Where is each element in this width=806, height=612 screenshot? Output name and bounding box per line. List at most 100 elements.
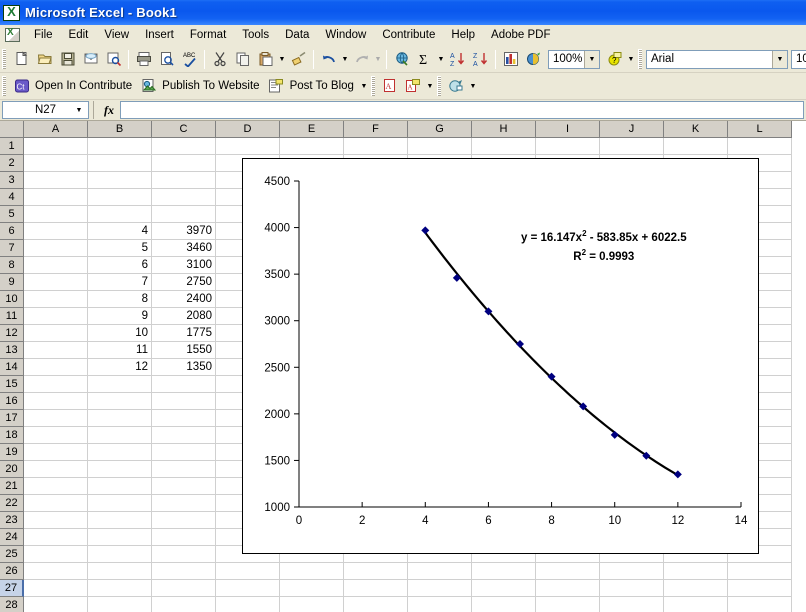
cell-b7[interactable]: 5: [88, 240, 152, 257]
cell-a23[interactable]: [24, 512, 88, 529]
row-header-24[interactable]: 24: [0, 529, 24, 546]
column-header-g[interactable]: G: [408, 121, 472, 138]
cut-icon[interactable]: [208, 48, 231, 70]
row-header-1[interactable]: 1: [0, 138, 24, 155]
redo-icon[interactable]: [350, 48, 373, 70]
cell-c12[interactable]: 1775: [152, 325, 216, 342]
cell-b23[interactable]: [88, 512, 152, 529]
embedded-chart[interactable]: 10001500200025003000350040004500 0246810…: [242, 158, 759, 554]
cell-g27[interactable]: [408, 580, 472, 597]
row-header-2[interactable]: 2: [0, 155, 24, 172]
cell-c8[interactable]: 3100: [152, 257, 216, 274]
pdf-overflow-arrow-icon[interactable]: ▼: [425, 75, 435, 97]
row-header-19[interactable]: 19: [0, 444, 24, 461]
cell-f28[interactable]: [344, 597, 408, 612]
cell-c3[interactable]: [152, 172, 216, 189]
cell-c14[interactable]: 1350: [152, 359, 216, 376]
formatting-toolbar-grip[interactable]: [638, 49, 642, 69]
cell-a24[interactable]: [24, 529, 88, 546]
cell-a8[interactable]: [24, 257, 88, 274]
cell-a11[interactable]: [24, 308, 88, 325]
row-header-9[interactable]: 9: [0, 274, 24, 291]
print-preview-icon[interactable]: [155, 48, 178, 70]
menu-window[interactable]: Window: [317, 27, 374, 43]
menu-data[interactable]: Data: [277, 27, 317, 43]
row-header-12[interactable]: 12: [0, 325, 24, 342]
row-header-22[interactable]: 22: [0, 495, 24, 512]
help-icon[interactable]: ?: [603, 48, 626, 70]
cell-h1[interactable]: [472, 138, 536, 155]
help-dropdown-arrow-icon[interactable]: ▼: [626, 48, 636, 70]
cell-e1[interactable]: [280, 138, 344, 155]
cell-a15[interactable]: [24, 376, 88, 393]
cell-b24[interactable]: [88, 529, 152, 546]
cell-a18[interactable]: [24, 427, 88, 444]
cell-a19[interactable]: [24, 444, 88, 461]
cell-b17[interactable]: [88, 410, 152, 427]
cell-f1[interactable]: [344, 138, 408, 155]
menu-insert[interactable]: Insert: [137, 27, 182, 43]
acrobat-overflow-arrow-icon[interactable]: ▼: [468, 75, 478, 97]
sort-descending-icon[interactable]: ZA: [469, 48, 492, 70]
cell-g26[interactable]: [408, 563, 472, 580]
adobe-toolbar-grip[interactable]: [371, 76, 375, 96]
cell-l26[interactable]: [728, 563, 792, 580]
cell-a1[interactable]: [24, 138, 88, 155]
autosum-icon[interactable]: Σ: [413, 48, 436, 70]
font-name-combo[interactable]: Arial ▼: [646, 50, 788, 69]
drawing-icon[interactable]: [522, 48, 545, 70]
menu-view[interactable]: View: [96, 27, 137, 43]
cell-a17[interactable]: [24, 410, 88, 427]
cell-a22[interactable]: [24, 495, 88, 512]
cell-a25[interactable]: [24, 546, 88, 563]
cell-g28[interactable]: [408, 597, 472, 612]
row-header-27[interactable]: 27: [0, 580, 24, 597]
cell-a20[interactable]: [24, 461, 88, 478]
cell-a4[interactable]: [24, 189, 88, 206]
cell-b19[interactable]: [88, 444, 152, 461]
cell-a16[interactable]: [24, 393, 88, 410]
menu-tools[interactable]: Tools: [234, 27, 277, 43]
cell-b9[interactable]: 7: [88, 274, 152, 291]
name-box[interactable]: N27 ▼: [2, 101, 89, 119]
row-header-8[interactable]: 8: [0, 257, 24, 274]
cell-a26[interactable]: [24, 563, 88, 580]
cell-j28[interactable]: [600, 597, 664, 612]
cell-b20[interactable]: [88, 461, 152, 478]
contribute-toolbar-grip[interactable]: [2, 76, 6, 96]
row-header-21[interactable]: 21: [0, 478, 24, 495]
font-name-dropdown-arrow-icon[interactable]: ▼: [772, 51, 787, 68]
cell-c6[interactable]: 3970: [152, 223, 216, 240]
cell-c19[interactable]: [152, 444, 216, 461]
row-header-28[interactable]: 28: [0, 597, 24, 612]
cell-b5[interactable]: [88, 206, 152, 223]
toolbar-grip[interactable]: [2, 49, 6, 69]
convert-to-pdf-icon[interactable]: A: [379, 75, 402, 97]
cell-g1[interactable]: [408, 138, 472, 155]
font-size-combo[interactable]: 10 ▼: [791, 50, 806, 69]
cell-c17[interactable]: [152, 410, 216, 427]
new-icon[interactable]: [10, 48, 33, 70]
cell-b4[interactable]: [88, 189, 152, 206]
cell-k26[interactable]: [664, 563, 728, 580]
cell-h27[interactable]: [472, 580, 536, 597]
cell-d26[interactable]: [216, 563, 280, 580]
row-header-20[interactable]: 20: [0, 461, 24, 478]
column-header-j[interactable]: J: [600, 121, 664, 138]
cell-b15[interactable]: [88, 376, 152, 393]
autosum-dropdown-arrow-icon[interactable]: ▼: [436, 48, 446, 70]
cell-i27[interactable]: [536, 580, 600, 597]
open-icon[interactable]: [33, 48, 56, 70]
cell-b22[interactable]: [88, 495, 152, 512]
spelling-icon[interactable]: ABC: [178, 48, 201, 70]
cell-a6[interactable]: [24, 223, 88, 240]
cell-c24[interactable]: [152, 529, 216, 546]
cell-a13[interactable]: [24, 342, 88, 359]
cell-c7[interactable]: 3460: [152, 240, 216, 257]
cell-e27[interactable]: [280, 580, 344, 597]
cell-c11[interactable]: 2080: [152, 308, 216, 325]
menu-file[interactable]: File: [26, 27, 61, 43]
menu-help[interactable]: Help: [443, 27, 483, 43]
cell-c26[interactable]: [152, 563, 216, 580]
cell-c16[interactable]: [152, 393, 216, 410]
